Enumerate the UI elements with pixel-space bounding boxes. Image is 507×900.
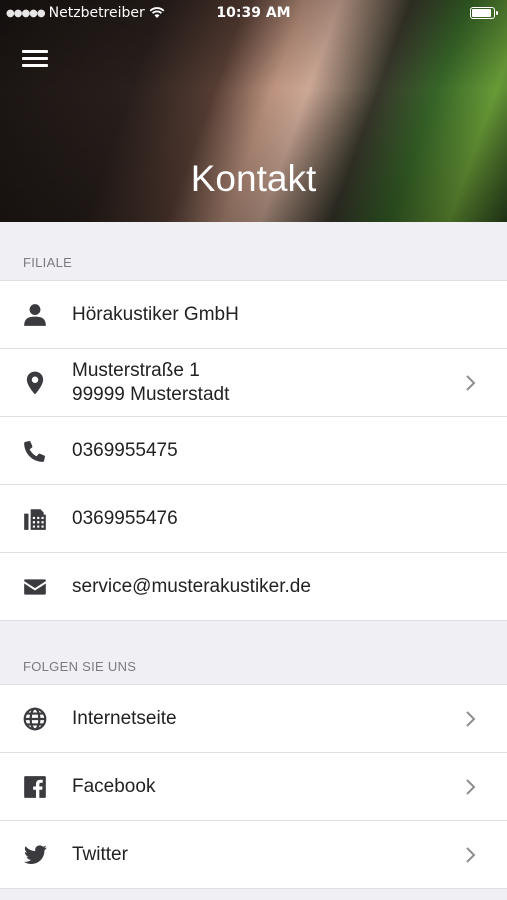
facebook-icon xyxy=(22,774,48,800)
battery-icon xyxy=(470,7,498,19)
company-row[interactable]: Hörakustiker GmbH xyxy=(0,281,507,349)
chevron-right-icon xyxy=(465,710,477,728)
fax-icon xyxy=(22,506,48,532)
person-icon xyxy=(22,302,48,328)
fax-number: 0369955476 xyxy=(72,507,178,529)
globe-icon xyxy=(22,706,48,732)
address-row[interactable]: Musterstraße 1 99999 Musterstadt xyxy=(0,349,507,417)
social-list: Internetseite Facebook Twitter xyxy=(0,684,507,889)
twitter-row[interactable]: Twitter xyxy=(0,821,507,889)
phone-icon xyxy=(22,438,48,464)
email-row[interactable]: service@musterakustiker.de xyxy=(0,553,507,621)
email-address: service@musterakustiker.de xyxy=(72,575,311,597)
battery-level xyxy=(472,9,491,17)
hamburger-line xyxy=(22,64,48,67)
address-city: 99999 Musterstadt xyxy=(72,383,230,405)
hamburger-line xyxy=(22,57,48,60)
address: Musterstraße 1 99999 Musterstadt xyxy=(72,359,229,407)
section-header-follow: FOLGEN SIE UNS xyxy=(23,659,137,674)
hamburger-line xyxy=(22,50,48,53)
facebook-label: Facebook xyxy=(72,775,156,797)
facebook-row[interactable]: Facebook xyxy=(0,753,507,821)
contact-list: Hörakustiker GmbH Musterstraße 1 99999 M… xyxy=(0,280,507,621)
header-image: ●●●●● Netzbetreiber 10:39 AM Kontakt xyxy=(0,0,507,222)
chevron-right-icon xyxy=(465,374,477,392)
page-title: Kontakt xyxy=(190,158,317,199)
website-label: Internetseite xyxy=(72,707,177,729)
phone-row[interactable]: 0369955475 xyxy=(0,417,507,485)
location-pin-icon xyxy=(22,370,48,396)
clock: 10:39 AM xyxy=(216,5,291,21)
section-header-filiale: FILIALE xyxy=(23,255,73,270)
company-name: Hörakustiker GmbH xyxy=(72,303,239,325)
twitter-label: Twitter xyxy=(72,843,128,865)
chevron-right-icon xyxy=(465,778,477,796)
address-street: Musterstraße 1 xyxy=(72,359,200,381)
menu-button[interactable] xyxy=(22,50,48,70)
status-bar: ●●●●● Netzbetreiber 10:39 AM xyxy=(0,0,507,26)
fax-row[interactable]: 0369955476 xyxy=(0,485,507,553)
envelope-icon xyxy=(22,574,48,600)
website-row[interactable]: Internetseite xyxy=(0,685,507,753)
twitter-icon xyxy=(22,842,48,868)
chevron-right-icon xyxy=(465,846,477,864)
phone-number: 0369955475 xyxy=(72,439,178,461)
